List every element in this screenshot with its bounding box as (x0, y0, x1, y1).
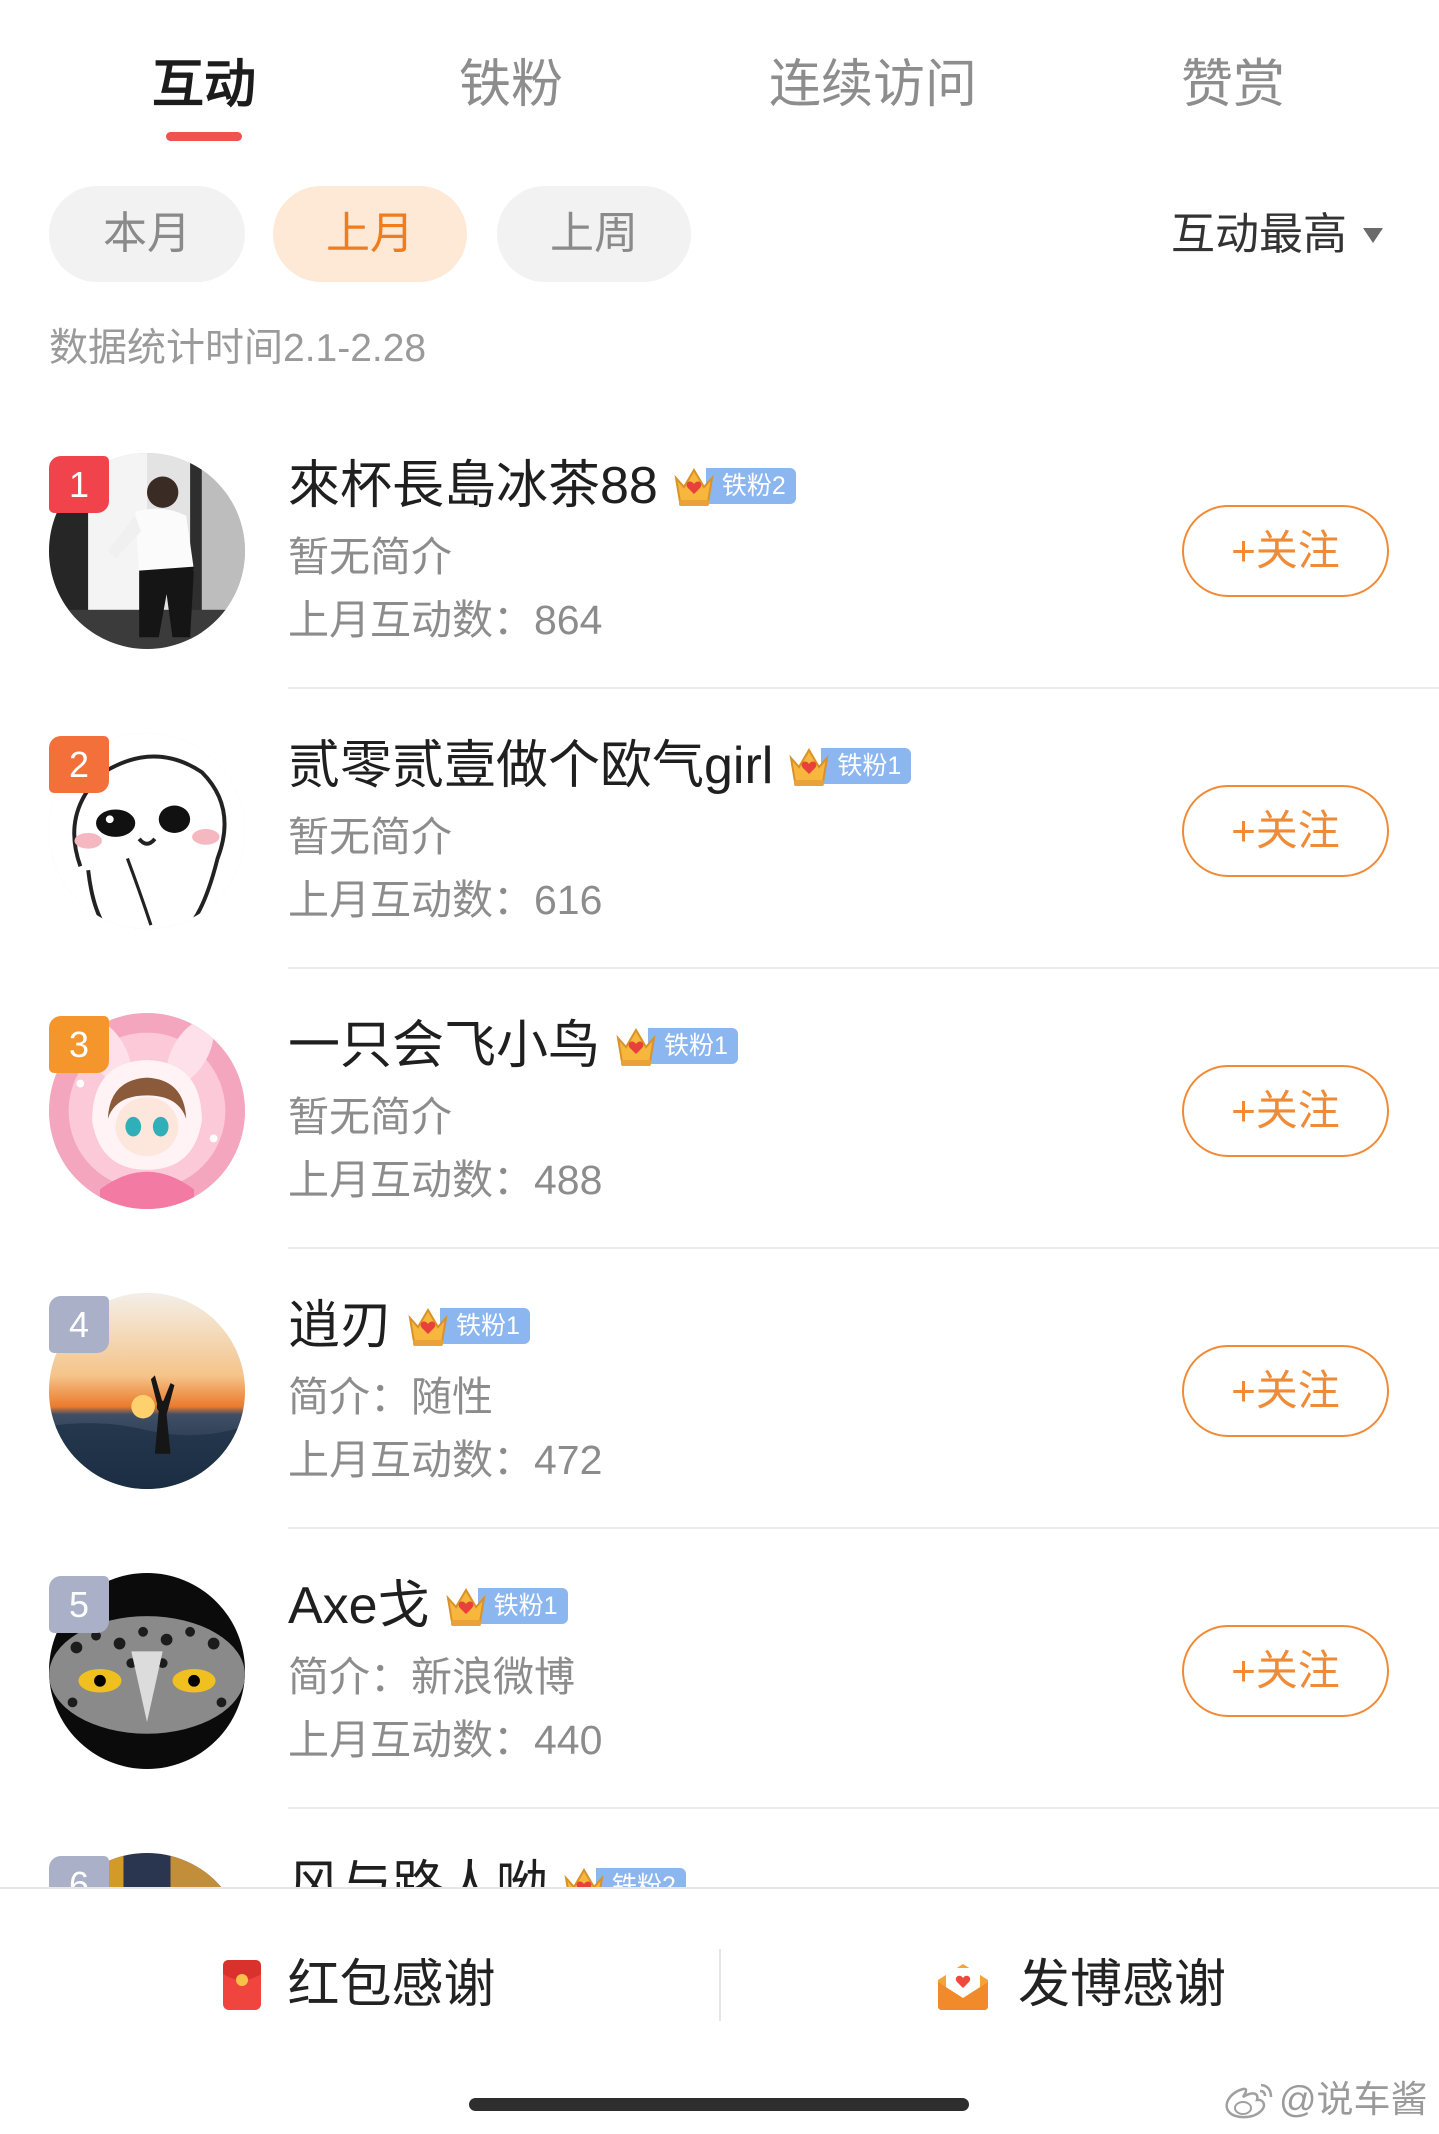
tab-iron-fans[interactable]: 铁粉 (459, 54, 563, 116)
tab-rewards[interactable]: 赞赏 (1181, 54, 1285, 116)
fan-level-label: 铁粉1 (821, 748, 912, 784)
follow-button[interactable]: +关注 (1182, 785, 1389, 877)
rank-badge: 3 (49, 1016, 109, 1073)
follow-button[interactable]: +关注 (1182, 505, 1389, 597)
interaction-count: 上月互动数：488 (288, 1154, 602, 1206)
list-item[interactable]: 3 一只会飞小鸟 铁粉1 暂无简介 上月互动数：488 +关注 (0, 969, 1439, 1249)
crown-icon (408, 1308, 448, 1346)
watermark: @说车酱 (1221, 2075, 1428, 2125)
rank-badge: 5 (49, 1576, 109, 1633)
list-item[interactable]: 5 Axe戈 铁粉1 简介：新浪微博 上月互动数：440 +关注 (0, 1529, 1439, 1809)
interaction-count: 上月互动数：616 (288, 874, 602, 926)
dropdown-arrow-icon (1363, 227, 1383, 243)
rank-badge: 1 (49, 456, 109, 513)
crown-icon (674, 468, 714, 506)
list-item[interactable]: 4 逍刃 铁粉1 简介：随性 上月互动数：472 +关注 (0, 1249, 1439, 1529)
follow-button[interactable]: +关注 (1182, 1625, 1389, 1717)
red-packet-icon (223, 1960, 262, 2010)
envelope-heart-icon (937, 1964, 988, 2010)
sort-label: 互动最高 (1171, 210, 1347, 259)
bottom-action-bar: 红包感谢 发博感谢 @说车酱 (0, 1887, 1439, 2134)
active-tab-indicator (166, 132, 242, 141)
tab-consecutive-visits[interactable]: 连续访问 (769, 54, 977, 116)
home-indicator[interactable] (469, 2098, 969, 2111)
user-name[interactable]: 來杯長島冰茶88 (288, 456, 658, 516)
interaction-count: 上月互动数：864 (288, 594, 602, 646)
watermark-text: @说车酱 (1279, 2079, 1428, 2120)
crown-icon (446, 1588, 486, 1626)
stat-period: 数据统计时间2.1-2.28 (49, 327, 427, 370)
count-value: 488 (534, 1157, 603, 1203)
fan-level-label: 铁粉1 (440, 1308, 530, 1344)
count-value: 616 (534, 877, 603, 923)
sort-dropdown[interactable]: 互动最高 (1171, 205, 1383, 265)
user-bio: 简介：随性 (288, 1374, 493, 1420)
interaction-count: 上月互动数：472 (288, 1434, 602, 1486)
user-name[interactable]: 一只会飞小鸟 (288, 1016, 600, 1076)
fan-badge: 铁粉1 (404, 1302, 530, 1350)
fan-badge: 铁粉1 (785, 742, 912, 790)
user-bio: 简介：新浪微博 (288, 1654, 575, 1700)
count-value: 864 (534, 597, 603, 643)
filter-last-month[interactable]: 上月 (273, 186, 467, 282)
list-item[interactable]: 2 贰零贰壹做个欧气girl 铁粉1 暂无简介 上月互动数：616 +关注 (0, 689, 1439, 969)
count-label: 上月互动数： (288, 1437, 534, 1483)
user-name[interactable]: 贰零贰壹做个欧气girl (288, 736, 773, 796)
count-label: 上月互动数： (288, 1717, 534, 1763)
fan-badge: 铁粉1 (442, 1582, 568, 1630)
list-item[interactable]: 1 來杯長島冰茶88 铁粉2 暂无简介 上月互动数：864 +关注 (0, 409, 1439, 689)
count-label: 上月互动数： (288, 877, 534, 923)
filter-this-month[interactable]: 本月 (49, 186, 245, 282)
follow-button[interactable]: +关注 (1182, 1345, 1389, 1437)
count-label: 上月互动数： (288, 597, 534, 643)
user-name[interactable]: Axe戈 (288, 1576, 430, 1636)
fan-level-label: 铁粉2 (705, 468, 796, 504)
count-label: 上月互动数： (288, 1157, 534, 1203)
count-value: 440 (534, 1717, 603, 1763)
weibo-logo-icon (1225, 2083, 1273, 2119)
follow-button[interactable]: +关注 (1182, 1065, 1389, 1157)
tab-interaction[interactable]: 互动 (152, 54, 256, 116)
red-packet-thanks-label: 红包感谢 (287, 1956, 496, 2014)
interaction-count: 上月互动数：440 (288, 1714, 602, 1766)
post-thanks-label: 发博感谢 (1017, 1956, 1226, 2014)
crown-icon (616, 1028, 656, 1066)
count-value: 472 (534, 1437, 603, 1483)
crown-icon (789, 748, 829, 786)
user-name[interactable]: 逍刃 (288, 1296, 392, 1356)
filter-last-week[interactable]: 上周 (497, 186, 691, 282)
user-bio: 暂无简介 (288, 814, 452, 860)
rank-badge: 2 (49, 736, 109, 793)
post-thanks-button[interactable]: 发博感谢 (721, 1889, 1439, 2081)
user-bio: 暂无简介 (288, 534, 452, 580)
red-packet-thanks-button[interactable]: 红包感谢 (0, 1889, 719, 2081)
rank-badge: 4 (49, 1296, 109, 1353)
fan-badge: 铁粉1 (612, 1022, 738, 1070)
fan-level-label: 铁粉1 (648, 1028, 738, 1064)
fan-badge: 铁粉2 (670, 462, 796, 510)
user-bio: 暂无简介 (288, 1094, 452, 1140)
fan-level-label: 铁粉1 (477, 1588, 568, 1624)
